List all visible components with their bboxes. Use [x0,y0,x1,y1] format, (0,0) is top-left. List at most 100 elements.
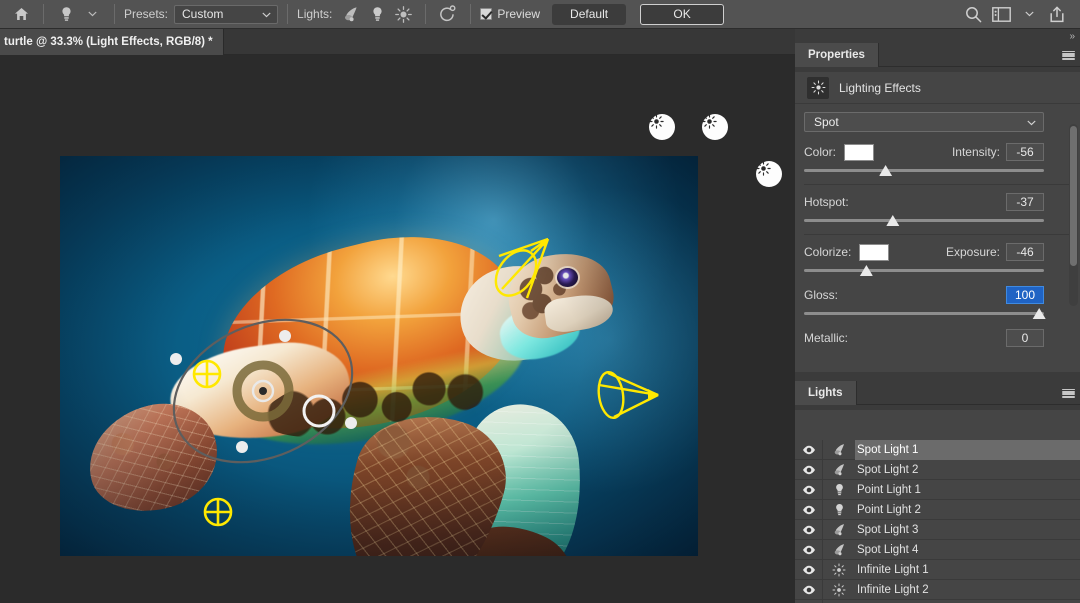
share-button[interactable] [1044,3,1070,25]
light-name: Point Light 1 [857,483,921,496]
point-light-icon [61,6,71,21]
home-button[interactable] [8,3,34,25]
metallic-field[interactable]: 0 [1006,329,1044,347]
eye-icon [802,505,815,514]
light-visibility-toggle[interactable] [795,519,823,540]
light-type-dropdown[interactable] [79,3,105,25]
hotspot-field[interactable]: -37 [1006,193,1044,211]
light-name: Infinite Light 3 [855,600,1080,603]
presets-label: Presets: [124,7,169,21]
light-name: Spot Light 2 [857,463,919,476]
infinite-light-badge-2[interactable] [702,114,728,140]
slider-track [804,219,1044,222]
light-name: Spot Light 1 [855,439,1080,460]
light-type-value: Spot [814,115,839,129]
light-row[interactable]: Spot Light 4 [795,539,1080,560]
color-intensity-row: Color: Intensity: -56 [804,141,1044,163]
properties-controls: Spot Color: Intensity: -56 Hotspot: -37 … [795,104,1080,349]
spot-light-icon [834,464,844,476]
light-visibility-toggle[interactable] [795,459,823,480]
spot-light-icon [834,544,844,556]
exposure-slider[interactable] [804,264,1044,278]
reset-lights-button[interactable] [435,3,461,25]
intensity-field[interactable]: -56 [1006,143,1044,161]
workspace-dropdown[interactable] [1016,3,1042,25]
colorize-exposure-row: Colorize: Exposure: -46 [804,241,1044,263]
spot-light-icon [345,7,357,22]
properties-scrollbar[interactable] [1069,124,1078,306]
document-tab-title: turtle @ 33.3% (Light Effects, RGB/8) * [4,36,213,48]
divider [43,4,44,24]
light-name: Infinite Light 1 [857,563,929,576]
tab-lights[interactable]: Lights [795,381,857,405]
ok-button[interactable]: OK [640,3,725,25]
color-swatch[interactable] [844,143,875,161]
lights-tab-row: Lights [795,381,1080,405]
tab-lights-label: Lights [808,387,843,399]
colorize-swatch[interactable] [859,243,890,261]
light-type-select[interactable]: Spot [804,112,1044,132]
light-visibility-toggle[interactable] [795,599,823,603]
infinite-light-badge-1[interactable] [649,114,675,140]
lighting-effects-icon [807,76,829,99]
light-row[interactable]: Infinite Light 2 [795,579,1080,600]
lights-panel-body: Spot Light 1 Spot Light 2 Point Light 1 Poi… [795,410,1080,603]
light-row[interactable]: Point Light 2 [795,499,1080,520]
colorize-label: Colorize: [804,245,852,259]
infinite-light-badge-3[interactable] [756,161,782,187]
eye-icon [802,525,815,534]
chevron-down-icon [1024,11,1034,17]
search-button[interactable] [960,3,986,25]
metallic-row: Metallic: 0 [804,327,1044,349]
light-row[interactable]: Infinite Light 1 [795,559,1080,580]
workspace-button[interactable] [988,3,1014,25]
properties-panel-menu[interactable] [1056,43,1080,67]
divider [470,4,472,24]
add-infinite-light-button[interactable] [390,3,416,25]
light-visibility-toggle[interactable] [795,579,823,600]
add-spot-light-button[interactable] [338,3,364,25]
scrollbar-thumb[interactable] [1070,126,1077,266]
gloss-field[interactable]: 100 [1006,286,1044,304]
preview-checkbox[interactable]: Preview [480,7,540,21]
intensity-group: Color: Intensity: -56 [804,141,1071,178]
light-row[interactable]: Point Light 1 [795,479,1080,500]
infinite-light-icon [702,114,717,129]
hotspot-slider[interactable] [804,214,1044,228]
color-label: Color: [804,145,837,159]
light-visibility-toggle[interactable] [795,539,823,560]
dock-top-strip: » [795,29,1080,43]
expand-panels-button[interactable]: » [1069,31,1074,42]
current-light-type-button[interactable] [53,3,79,25]
light-visibility-toggle[interactable] [795,499,823,520]
canvas-area[interactable] [0,55,795,603]
workspace-icon [991,6,1011,22]
intensity-slider[interactable] [804,164,1044,178]
light-type-icon-cell [823,460,855,480]
panel-menu-icon [1061,50,1075,60]
default-button[interactable]: Default [552,3,627,25]
photoshop-lighting-effects-window: Presets: Custom Lights: Preview Default … [0,0,1080,603]
light-type-icon-cell [823,580,855,600]
reset-rotate-icon [440,5,456,22]
exposure-field[interactable]: -46 [1006,243,1044,261]
light-row[interactable]: Spot Light 1 [795,439,1080,460]
chevron-down-icon [1027,115,1036,129]
lights-list-spacer [795,410,1080,440]
infinite-light-icon [756,161,771,176]
add-point-light-button[interactable] [364,3,390,25]
light-type-icon-cell [823,480,855,500]
light-visibility-toggle[interactable] [795,559,823,580]
light-row[interactable]: Spot Light 2 [795,459,1080,480]
gloss-slider[interactable] [804,307,1046,321]
light-visibility-toggle[interactable] [795,479,823,500]
tab-properties[interactable]: Properties [795,43,879,67]
document-canvas[interactable] [60,156,698,556]
document-tab[interactable]: turtle @ 33.3% (Light Effects, RGB/8) * [0,29,224,55]
presets-dropdown[interactable]: Custom [174,4,279,24]
lights-list[interactable]: Spot Light 1 Spot Light 2 Point Light 1 Poi… [795,439,1080,603]
hotspot-row: Hotspot: -37 [804,191,1044,213]
light-visibility-toggle[interactable] [795,439,823,460]
light-row[interactable]: Spot Light 3 [795,519,1080,540]
lights-panel-menu[interactable] [1056,381,1080,405]
